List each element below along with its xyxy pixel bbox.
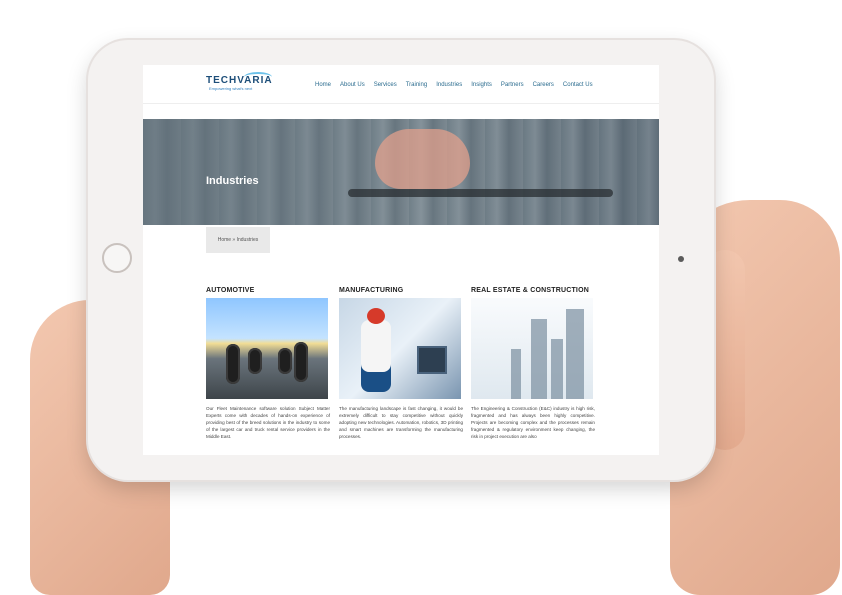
building-shape (551, 339, 563, 399)
nav-industries[interactable]: Industries (436, 82, 462, 88)
nav-about-us[interactable]: About Us (340, 82, 365, 88)
nav-contact-us[interactable]: Contact Us (563, 82, 593, 88)
logo-swoosh-icon (244, 72, 272, 82)
building-shape (511, 349, 521, 399)
nav-training[interactable]: Training (406, 82, 427, 88)
card-title: REAL ESTATE & CONSTRUCTION (471, 287, 589, 294)
hero-banner: Industries (143, 119, 659, 225)
card-description: Our Fleet Maintenance software solution … (206, 406, 330, 439)
card-description: The manufacturing landscape is fast chan… (339, 406, 463, 439)
main-nav: Home About Us Services Training Industri… (315, 82, 593, 88)
nav-insights[interactable]: Insights (471, 82, 492, 88)
building-shape (566, 309, 584, 399)
hero-device-image (348, 189, 613, 197)
nav-home[interactable]: Home (315, 82, 331, 88)
tire-icon (278, 348, 292, 374)
building-shape (531, 319, 547, 399)
home-button[interactable] (102, 243, 132, 273)
automotive-image (206, 298, 328, 399)
breadcrumb[interactable]: Home » Industries (206, 227, 270, 253)
real-estate-image (471, 298, 593, 399)
card-title: AUTOMOTIVE (206, 287, 255, 294)
tablet-device: TECHVARIA Empowering what's next Home Ab… (88, 40, 714, 480)
industry-card-real-estate: REAL ESTATE & CONSTRUCTION The Engineeri… (471, 287, 595, 440)
card-description: The Engineering & Construction (E&C) ind… (471, 406, 595, 439)
tire-icon (226, 344, 240, 384)
logo-tagline: Empowering what's next (209, 86, 253, 91)
site-header: TECHVARIA Empowering what's next Home Ab… (143, 65, 659, 104)
industry-card-automotive: AUTOMOTIVE Our Fleet Maintenance softwar… (206, 287, 330, 440)
control-panel (417, 346, 447, 374)
hero-hand-image (375, 129, 470, 189)
industry-card-manufacturing: MANUFACTURING The manufacturing landscap… (339, 287, 463, 440)
camera-icon (678, 256, 684, 262)
page-title: Industries (206, 175, 259, 187)
tire-icon (294, 342, 308, 382)
tire-icon (248, 348, 262, 374)
manufacturing-image (339, 298, 461, 399)
nav-partners[interactable]: Partners (501, 82, 524, 88)
card-title: MANUFACTURING (339, 287, 404, 294)
site-logo[interactable]: TECHVARIA Empowering what's next (206, 72, 273, 91)
worker-figure (361, 320, 391, 392)
tablet-screen: TECHVARIA Empowering what's next Home Ab… (143, 65, 659, 455)
ear-protection-icon (367, 308, 385, 324)
nav-careers[interactable]: Careers (533, 82, 554, 88)
nav-services[interactable]: Services (374, 82, 397, 88)
